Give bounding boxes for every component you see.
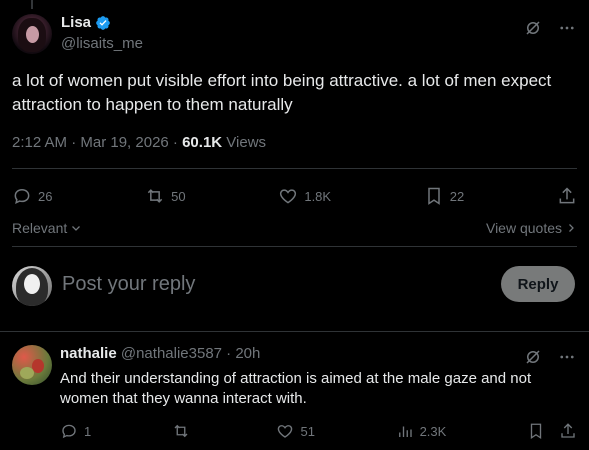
reply-like-count: 51 — [300, 423, 315, 439]
repost-action[interactable]: 50 — [145, 186, 186, 206]
divider — [12, 246, 577, 247]
bookmark-action[interactable]: 22 — [424, 186, 464, 206]
like-action[interactable]: 1.8K — [278, 186, 331, 206]
reply-header: nathalie @nathalie3587 · 20h — [60, 345, 260, 362]
more-options-icon[interactable] — [557, 347, 577, 367]
reply-reply-action[interactable]: 1 — [60, 422, 91, 440]
post-header-actions — [523, 18, 577, 38]
share-icon — [559, 187, 575, 204]
post-meta: 2:12 AM · Mar 19, 2026 · 60.1K Views — [12, 134, 266, 151]
bookmark-count: 22 — [449, 188, 465, 204]
reply-views-action[interactable]: 2.3K — [396, 422, 447, 440]
reply-count: 26 — [38, 188, 53, 204]
reply-share-action[interactable] — [559, 422, 577, 440]
section-divider — [0, 331, 589, 332]
more-options-icon[interactable] — [557, 18, 577, 38]
reply-views-count: 2.3K — [419, 423, 447, 439]
reply-header-actions — [523, 347, 577, 367]
reply-right-actions — [527, 422, 577, 440]
share-action[interactable] — [557, 186, 577, 206]
reply-action-bar: 1 51 2.3K — [60, 421, 577, 441]
reply-author-avatar[interactable] — [12, 345, 52, 385]
reply-icon — [62, 424, 76, 439]
bookmark-icon — [530, 423, 542, 440]
repost-count: 50 — [171, 188, 186, 204]
author-avatar[interactable] — [12, 14, 52, 54]
reply-bookmark-action[interactable] — [527, 422, 545, 440]
grok-icon[interactable] — [523, 347, 543, 367]
reply-button[interactable]: Reply — [501, 266, 575, 302]
current-user-avatar[interactable] — [12, 266, 52, 306]
grok-icon[interactable] — [523, 18, 543, 38]
views-count: 60.1K — [182, 134, 223, 151]
reply-post[interactable]: nathalie @nathalie3587 · 20h And their u… — [12, 345, 577, 450]
sort-dropdown[interactable]: Relevant — [12, 220, 82, 236]
chevron-right-icon — [569, 224, 574, 232]
repost-icon — [174, 424, 188, 438]
author-block: Lisa @lisaits_me — [61, 14, 143, 52]
author-name[interactable]: Lisa — [61, 14, 91, 31]
chevron-down-icon — [72, 226, 81, 231]
bookmark-icon — [428, 187, 440, 205]
sort-label: Relevant — [12, 220, 68, 236]
reply-like-action[interactable]: 51 — [276, 422, 315, 440]
author-handle[interactable]: @lisaits_me — [61, 35, 143, 52]
reply-repost-action[interactable] — [172, 422, 196, 440]
reply-icon — [14, 188, 30, 204]
heart-icon — [278, 425, 293, 438]
verified-badge-icon — [96, 15, 110, 30]
reply-input[interactable]: Post your reply — [62, 273, 195, 296]
divider — [12, 168, 577, 169]
reply-reply-count: 1 — [84, 423, 92, 439]
post-action-bar: 26 50 1.8K 22 — [12, 184, 577, 208]
views-label: Views — [222, 134, 267, 151]
post-text: a lot of women put visible effort into b… — [12, 71, 552, 114]
heart-icon — [280, 189, 297, 204]
author-name-row[interactable]: Lisa — [61, 14, 111, 31]
reply-text: And their understanding of attraction is… — [60, 370, 532, 407]
reply-action[interactable]: 26 — [12, 186, 52, 206]
like-count: 1.8K — [304, 188, 332, 204]
view-quotes-label: View quotes — [485, 220, 562, 236]
post-header: Lisa @lisaits_me — [12, 12, 577, 56]
repost-icon — [147, 189, 163, 203]
thread-connector-line — [31, 0, 33, 9]
view-quotes-link[interactable]: View quotes — [486, 220, 577, 236]
post-timestamp[interactable]: 2:12 AM · Mar 19, 2026 · — [12, 134, 182, 151]
replies-sort-row: Relevant View quotes — [12, 218, 577, 238]
reply-composer: Post your reply Reply — [12, 264, 577, 308]
analytics-bar-icon — [398, 426, 412, 437]
share-icon — [561, 423, 575, 438]
reply-handle-time[interactable]: @nathalie3587 · 20h — [121, 345, 261, 362]
reply-author-name[interactable]: nathalie — [60, 345, 117, 362]
